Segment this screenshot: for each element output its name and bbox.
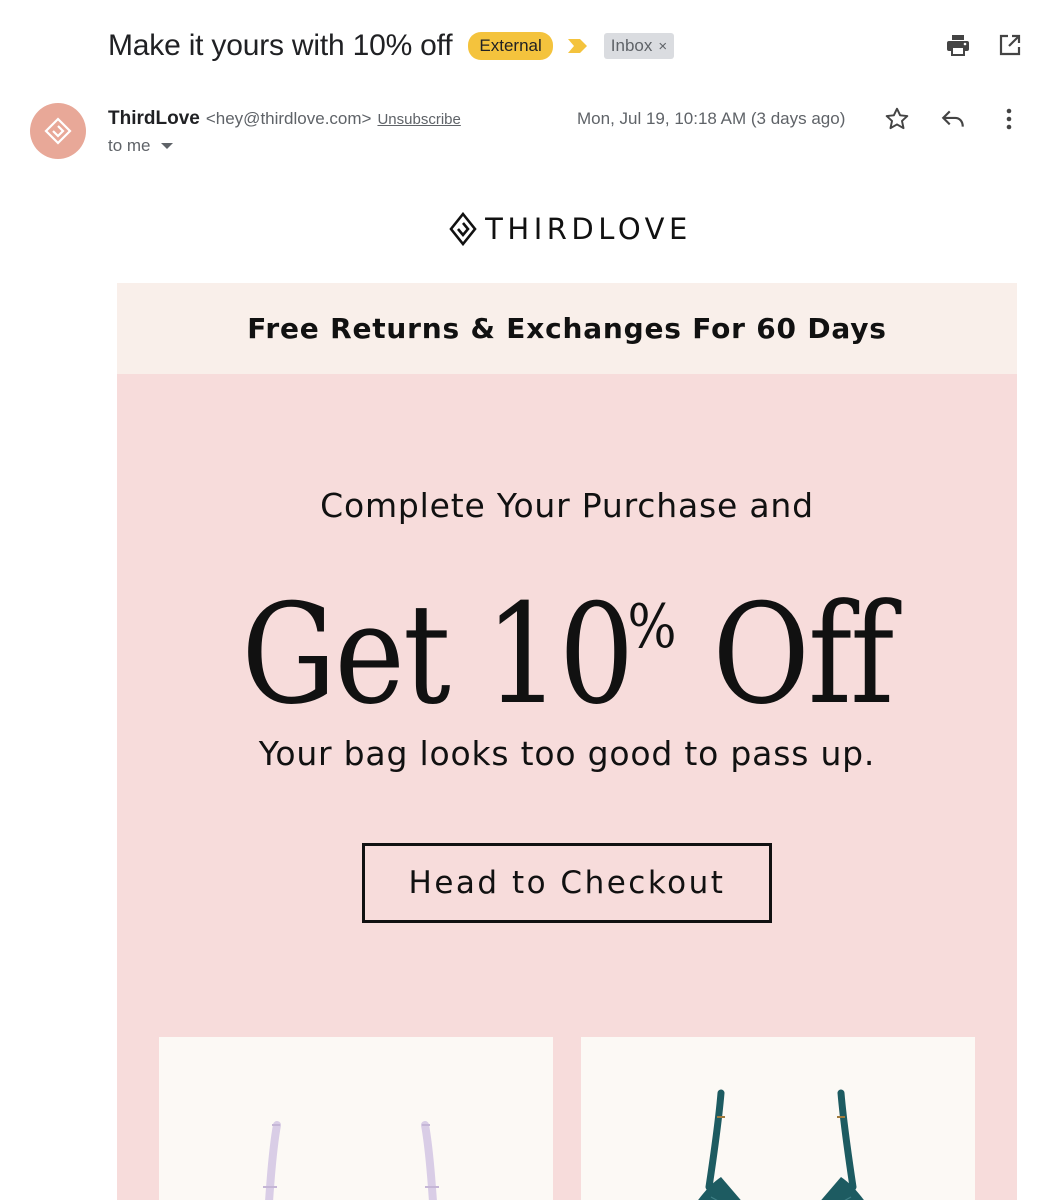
recipient-line[interactable]: to me <box>108 136 173 156</box>
thirdlove-logo-icon <box>449 212 477 246</box>
hero-title-percent: % <box>627 592 677 662</box>
thread-toolbar <box>945 32 1023 58</box>
more-vert-icon[interactable] <box>996 106 1022 132</box>
hero-title: Get 10% Off <box>180 552 954 730</box>
product-card-right[interactable] <box>581 1037 975 1200</box>
email-subject: Make it yours with 10% off <box>108 29 453 62</box>
recipient-text: to me <box>108 136 151 155</box>
avatar[interactable] <box>30 103 86 159</box>
banner-text: Free Returns & Exchanges For 60 Days <box>247 312 887 345</box>
email-date: Mon, Jul 19, 10:18 AM (3 days ago) <box>577 109 846 128</box>
reply-icon[interactable] <box>940 106 966 132</box>
hero-title-main: Get 10 <box>241 574 634 735</box>
sender-line: ThirdLove <hey@thirdlove.com> Unsubscrib… <box>108 108 461 130</box>
product-card-left[interactable] <box>159 1037 553 1200</box>
product-image-teal-bra <box>698 1089 864 1200</box>
inbox-label[interactable]: Inbox × <box>603 33 675 59</box>
message-actions <box>884 106 1022 132</box>
hero-subheading: Complete Your Purchase and <box>320 486 814 525</box>
hero-title-end: Off <box>676 574 895 735</box>
promo-banner: Free Returns & Exchanges For 60 Days <box>117 283 1017 374</box>
checkout-button[interactable]: Head to Checkout <box>362 843 772 923</box>
chevron-down-icon[interactable] <box>160 143 173 149</box>
remove-label-icon[interactable]: × <box>658 38 667 55</box>
inbox-label-text: Inbox <box>610 36 653 55</box>
star-icon[interactable] <box>884 106 910 132</box>
hero-tagline: Your bag looks too good to pass up. <box>258 734 876 773</box>
brand-logo[interactable]: THIRDLOVE <box>0 212 1045 246</box>
hero-section: Complete Your Purchase and Get 10% Off Y… <box>117 374 1017 1200</box>
product-image-lavender-bra <box>263 1121 439 1200</box>
brand-name: THIRDLOVE <box>485 212 692 246</box>
subject-row: Make it yours with 10% off External Inbo… <box>108 22 675 70</box>
external-label[interactable]: External <box>468 32 553 60</box>
sender-email: <hey@thirdlove.com> <box>205 109 372 128</box>
unsubscribe-link[interactable]: Unsubscribe <box>377 111 460 128</box>
importance-marker-icon[interactable] <box>566 38 590 54</box>
sender-name[interactable]: ThirdLove <box>108 108 200 130</box>
open-in-new-window-icon[interactable] <box>997 32 1023 58</box>
print-icon[interactable] <box>945 32 971 58</box>
